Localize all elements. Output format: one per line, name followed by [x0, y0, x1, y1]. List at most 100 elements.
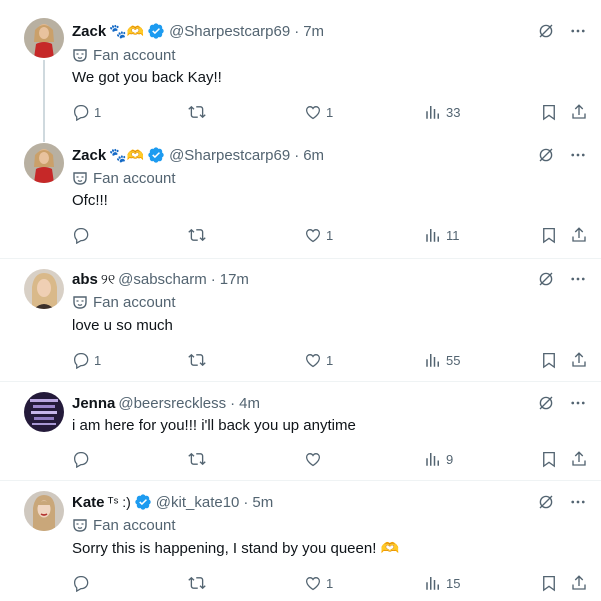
post-top-actions — [537, 493, 587, 511]
name-emoji: 🐾🫶 — [109, 146, 145, 163]
separator-dot: · — [210, 270, 216, 288]
action-bar: 1 15 — [72, 573, 592, 593]
display-name[interactable]: Kate — [72, 494, 105, 511]
post[interactable]: Zack 🐾🫶 @Sharpestcarp69 · 7m Fan account… — [0, 0, 601, 143]
views-button[interactable]: 9 — [424, 449, 453, 469]
post-text: love u so much — [72, 317, 173, 334]
bookmark-icon — [543, 451, 555, 468]
view-count: 55 — [446, 352, 461, 368]
share-button[interactable] — [570, 573, 588, 593]
more-icon[interactable] — [569, 493, 587, 511]
views-button[interactable]: 55 — [424, 350, 460, 370]
display-name[interactable]: Zack — [72, 23, 106, 40]
post[interactable]: Jenna @beersreckless · 4m i am here for … — [0, 382, 601, 481]
mask-icon — [73, 519, 87, 532]
views-icon — [426, 453, 439, 466]
views-button[interactable]: 15 — [424, 573, 460, 593]
post-top-actions — [537, 394, 587, 412]
view-count: 11 — [446, 227, 460, 243]
share-button[interactable] — [570, 350, 588, 370]
bookmark-button[interactable] — [540, 350, 558, 370]
bookmark-button[interactable] — [540, 573, 558, 593]
bookmark-button[interactable] — [540, 449, 558, 469]
share-button[interactable] — [570, 102, 588, 122]
like-button[interactable] — [304, 449, 326, 469]
retweet-button[interactable] — [188, 102, 210, 122]
display-name[interactable]: Zack — [72, 147, 106, 164]
avatar[interactable] — [24, 18, 64, 58]
more-icon[interactable] — [569, 22, 587, 40]
avatar[interactable] — [24, 269, 64, 309]
like-count: 1 — [326, 227, 334, 243]
share-icon — [572, 352, 586, 367]
post-header: Jenna @beersreckless · 4m — [72, 393, 260, 413]
retweet-button[interactable] — [188, 350, 210, 370]
like-button[interactable]: 1 — [304, 225, 333, 245]
bookmark-button[interactable] — [540, 102, 558, 122]
retweet-button[interactable] — [188, 225, 210, 245]
fan-account-label: Fan account — [72, 46, 176, 64]
avatar[interactable] — [24, 392, 64, 432]
view-count: 33 — [446, 104, 461, 120]
handle[interactable]: @beersreckless — [118, 395, 226, 412]
grok-icon[interactable] — [537, 22, 555, 40]
timestamp[interactable]: 4m — [239, 395, 260, 412]
bookmark-icon — [543, 575, 555, 592]
retweet-button[interactable] — [188, 449, 210, 469]
post-top-actions — [537, 146, 587, 164]
grok-icon[interactable] — [537, 270, 555, 288]
like-button[interactable]: 1 — [304, 573, 333, 593]
display-name[interactable]: Jenna — [72, 395, 115, 412]
reply-button[interactable]: 1 — [72, 102, 101, 122]
bookmark-button[interactable] — [540, 225, 558, 245]
label-text: Fan account — [93, 46, 176, 64]
post-top-actions — [537, 22, 587, 40]
view-count: 15 — [446, 575, 461, 591]
mask-icon — [73, 49, 87, 62]
reply-button[interactable] — [72, 449, 94, 469]
views-icon — [426, 354, 439, 367]
grok-icon[interactable] — [537, 146, 555, 164]
avatar[interactable] — [24, 491, 64, 531]
post-text: We got you back Kay!! — [72, 69, 222, 86]
more-icon[interactable] — [569, 394, 587, 412]
timestamp[interactable]: 7m — [303, 23, 324, 40]
reply-button[interactable] — [72, 225, 94, 245]
share-button[interactable] — [570, 449, 588, 469]
more-icon[interactable] — [569, 146, 587, 164]
like-button[interactable]: 1 — [304, 102, 333, 122]
name-emoji: ୨୧ — [100, 270, 116, 287]
avatar[interactable] — [24, 143, 64, 183]
timestamp[interactable]: 5m — [252, 494, 273, 511]
timestamp[interactable]: 6m — [303, 147, 324, 164]
reply-button[interactable]: 1 — [72, 350, 101, 370]
share-button[interactable] — [570, 225, 588, 245]
bookmark-icon — [543, 352, 555, 369]
post[interactable]: abs ୨୧ @sabscharm · 17m Fan account love… — [0, 259, 601, 382]
grok-icon[interactable] — [537, 394, 555, 412]
handle[interactable]: @sabscharm — [118, 271, 207, 288]
handle[interactable]: @Sharpestcarp69 — [169, 23, 290, 40]
handle[interactable]: @Sharpestcarp69 — [169, 147, 290, 164]
heart-icon — [305, 106, 321, 120]
heart-icon — [305, 577, 321, 591]
separator-dot: · — [230, 394, 236, 412]
grok-icon[interactable] — [537, 493, 555, 511]
views-button[interactable]: 33 — [424, 102, 460, 122]
post[interactable]: Kate ᵀˢ :) @kit_kate10 · 5m Fan account … — [0, 481, 601, 601]
retweet-button[interactable] — [188, 573, 210, 593]
post-header: Zack 🐾🫶 @Sharpestcarp69 · 6m — [72, 145, 324, 165]
like-button[interactable]: 1 — [304, 350, 333, 370]
reply-button[interactable] — [72, 573, 94, 593]
display-name[interactable]: abs — [72, 271, 98, 288]
more-icon[interactable] — [569, 270, 587, 288]
timestamp[interactable]: 17m — [220, 271, 249, 288]
views-button[interactable]: 11 — [424, 225, 460, 245]
reply-icon — [73, 352, 89, 369]
handle[interactable]: @kit_kate10 — [156, 494, 240, 511]
heart-icon — [305, 354, 321, 368]
post-header: Zack 🐾🫶 @Sharpestcarp69 · 7m — [72, 21, 324, 41]
post[interactable]: Zack 🐾🫶 @Sharpestcarp69 · 6m Fan account… — [0, 143, 601, 258]
name-emoji: ᵀˢ :) — [107, 494, 131, 510]
label-text: Fan account — [93, 516, 176, 534]
